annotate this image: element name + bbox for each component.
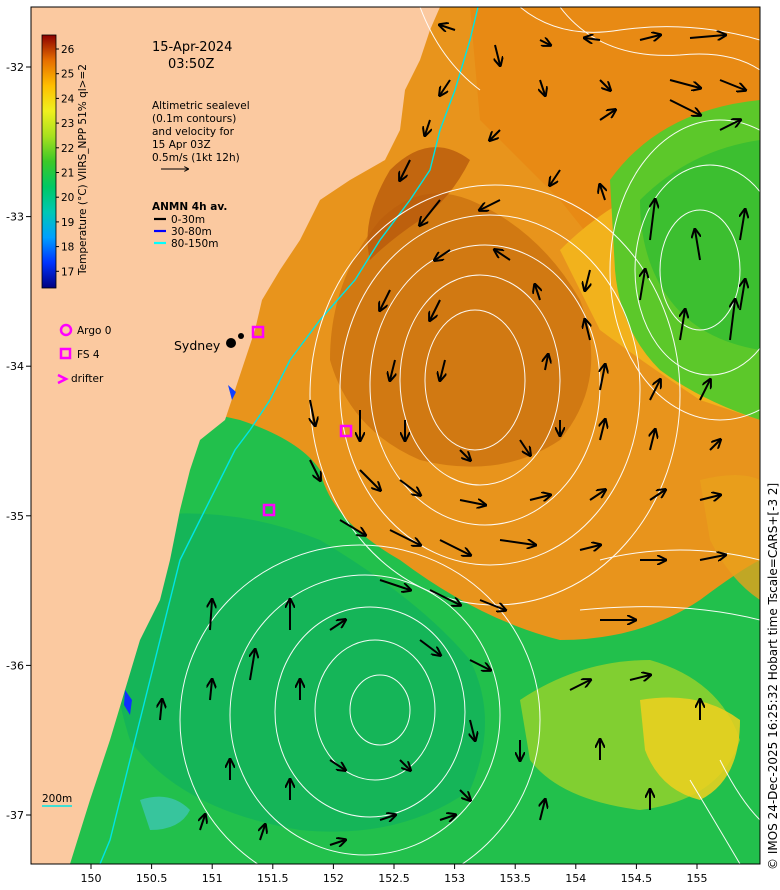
lon-tick-label: 150.5	[136, 872, 168, 885]
colorbar-tick-label: 26	[61, 44, 75, 56]
svg-text:15 Apr 03Z: 15 Apr 03Z	[152, 139, 211, 151]
lon-tick-label: 152	[323, 872, 344, 885]
latitude-axis: -32 -33 -34 -35 -36 -37	[6, 61, 31, 822]
map-area[interactable]	[31, 7, 780, 890]
svg-text:(0.1m contours): (0.1m contours)	[152, 113, 236, 125]
svg-text:drifter: drifter	[71, 373, 104, 385]
lon-tick-label: 154	[565, 872, 586, 885]
isobath-legend: 200m	[42, 793, 72, 807]
lat-tick-label: -37	[6, 809, 24, 822]
svg-text:80-150m: 80-150m	[171, 238, 218, 250]
lat-tick-label: -35	[6, 510, 24, 523]
lat-tick-label: -34	[6, 360, 24, 373]
longitude-axis: 150 150.5 151 151.5 152 152.5 153 153.5 154 154.5…	[81, 864, 708, 885]
lon-tick-label: 153	[444, 872, 465, 885]
svg-text:200m: 200m	[42, 793, 72, 805]
lon-tick-label: 151	[202, 872, 223, 885]
colorbar-label: Temperature (°C) VIIRS_NPP 51% ql>=2	[77, 64, 89, 276]
sydney-marker	[226, 338, 236, 348]
svg-text:0-30m: 0-30m	[171, 214, 205, 226]
svg-text:0.5m/s (1kt 12h): 0.5m/s (1kt 12h)	[152, 152, 240, 164]
city-label-sydney: Sydney	[174, 338, 221, 353]
colorbar-tick-label: 20	[61, 192, 74, 204]
lon-tick-label: 154.5	[621, 872, 653, 885]
sst-map-figure: 15-Apr-2024 03:50Z Altimetric sealevel (…	[6, 6, 780, 890]
colorbar-scale	[41, 34, 57, 289]
colorbar-tick-label: 18	[61, 242, 74, 254]
lon-tick-label: 155	[687, 872, 708, 885]
colorbar-tick-label: 22	[61, 143, 74, 155]
date-label: 15-Apr-2024	[152, 40, 232, 55]
svg-text:Altimetric sealevel: Altimetric sealevel	[152, 100, 250, 112]
lat-tick-label: -36	[6, 659, 24, 672]
lon-tick-label: 150	[81, 872, 102, 885]
lat-tick-label: -33	[6, 211, 24, 224]
colorbar-tick-label: 25	[61, 69, 74, 81]
lon-tick-label: 151.5	[257, 872, 289, 885]
lat-tick-label: -32	[6, 61, 24, 74]
colorbar-tick-label: 23	[61, 118, 74, 130]
lon-tick-label: 153.5	[499, 872, 531, 885]
svg-text:and velocity for: and velocity for	[152, 126, 235, 138]
anmn-title: ANMN 4h av.	[152, 201, 227, 213]
colorbar-tick-label: 19	[61, 217, 74, 229]
time-label: 03:50Z	[168, 57, 214, 72]
colorbar-tick-label: 21	[61, 168, 74, 180]
svg-text:Argo 0: Argo 0	[77, 325, 111, 337]
lon-tick-label: 152.5	[378, 872, 410, 885]
colorbar-tick-label: 24	[61, 93, 75, 105]
svg-text:FS 4: FS 4	[77, 349, 100, 361]
colorbar-tick-label: 17	[61, 266, 74, 278]
credit-text: © IMOS 24-Dec-2025 16:25:32 Hobart time …	[766, 483, 780, 870]
svg-text:30-80m: 30-80m	[171, 226, 212, 238]
